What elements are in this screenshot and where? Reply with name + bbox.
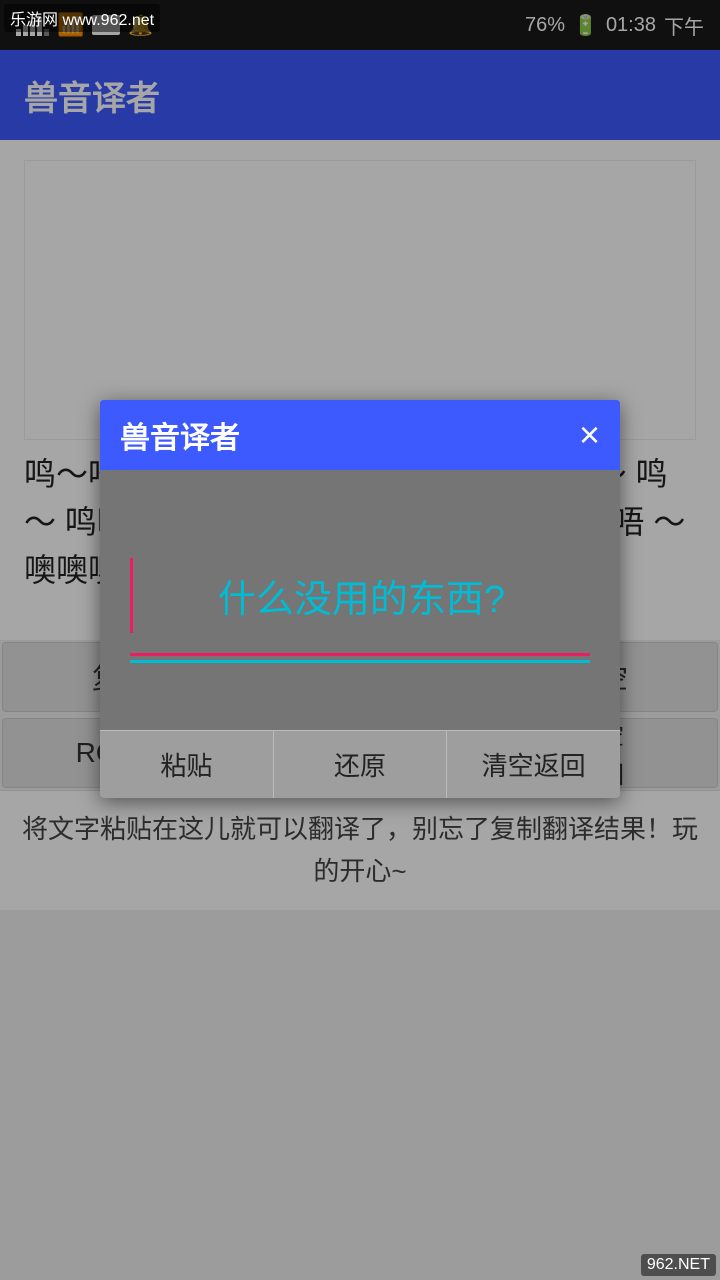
dialog-restore-button[interactable]: 还原 <box>274 730 448 798</box>
dialog-underline-teal <box>130 660 590 663</box>
dialog-clear-button[interactable]: 清空 返回 <box>447 730 620 798</box>
page-wrapper: 乐游网 www.962.net 962.NET 📶 🔔 76% 🔋 01:38 … <box>0 0 720 1280</box>
dialog-input-text[interactable]: 什么没用的东西? <box>130 558 590 633</box>
dialog-header: 兽音译者 × <box>100 400 620 470</box>
dialog-paste-button[interactable]: 粘贴 <box>100 730 274 798</box>
dialog-overlay: 兽音译者 × 什么没用的东西? 粘贴 还原 清空 返回 <box>0 0 720 1280</box>
dialog-clear-label: 清空 <box>482 746 534 783</box>
watermark-bottom: 962.NET <box>641 1254 716 1276</box>
dialog-underline <box>130 653 590 656</box>
dialog: 兽音译者 × 什么没用的东西? 粘贴 还原 清空 返回 <box>100 400 620 798</box>
dialog-title: 兽音译者 <box>120 413 240 457</box>
dialog-body: 什么没用的东西? <box>100 470 620 730</box>
dialog-btn-row: 粘贴 还原 清空 返回 <box>100 730 620 798</box>
watermark-top: 乐游网 www.962.net <box>4 4 160 32</box>
dialog-close-button[interactable]: × <box>579 417 600 453</box>
dialog-return-label: 返回 <box>534 746 586 783</box>
